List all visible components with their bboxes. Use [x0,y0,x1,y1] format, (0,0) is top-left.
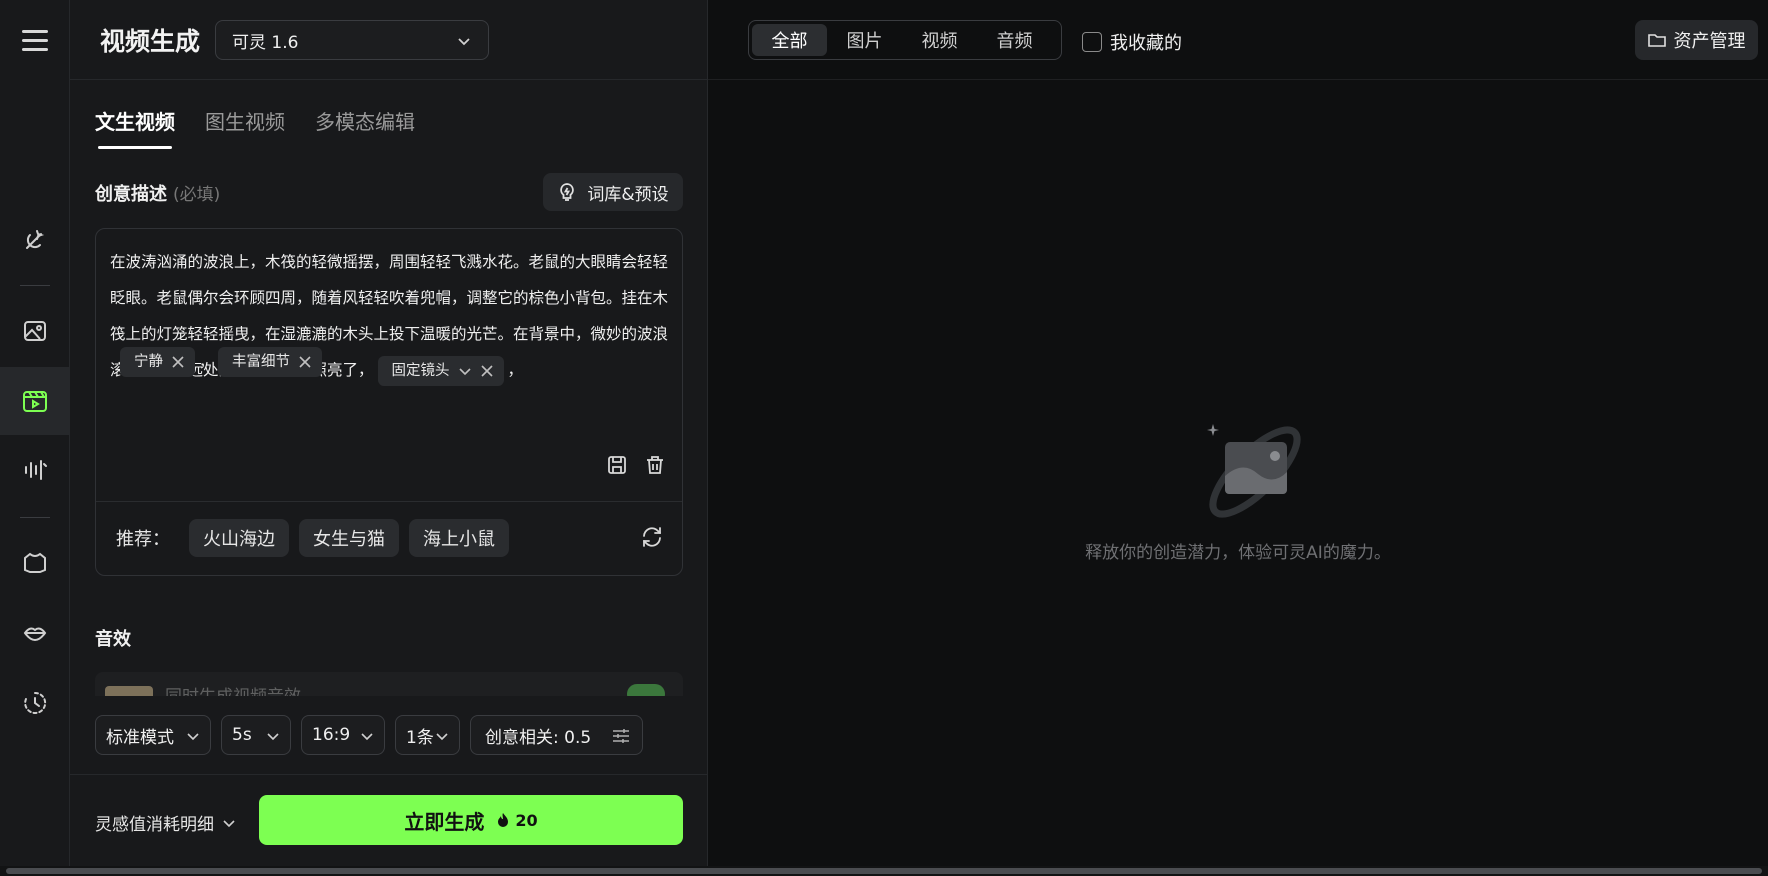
bulb-icon [560,183,575,201]
empty-state-text: 释放你的创造潜力，体验可灵AI的魔力。 [1085,543,1391,563]
creativity-value: 创意相关: 0.5 [485,727,592,748]
separator-comma: ， [199,352,215,371]
model-select[interactable]: 可灵 1.6 [215,20,489,60]
prompt-box[interactable]: 在波涛汹涌的波浪上，木筏的轻微摇摆，周围轻轻飞溅水花。老鼠的大眼睛会轻轻眨眼。老… [95,228,683,576]
chevron-down-icon [361,733,373,741]
tag-chip-label: 丰富细节 [232,354,291,370]
rail-video-icon[interactable] [0,367,70,435]
generation-panel: 视频生成 可灵 1.6 文生视频 图生视频 多模态编辑 创意描述 (必填) 词库&… [70,0,708,866]
menu-icon[interactable] [22,30,48,52]
prompt-actions [606,454,666,476]
recommend-chip[interactable]: 女生与猫 [299,519,399,557]
ratio-select[interactable]: 16:9 [301,715,385,755]
rail-image-icon[interactable] [0,297,70,365]
rail-audio-icon[interactable] [0,436,70,504]
tab-text-to-video[interactable]: 文生视频 [95,106,175,149]
options-row: 标准模式 5s 16:9 1条 创意相关: 0.5 [95,715,643,755]
separator-comma: ， [507,361,524,379]
page-title: 视频生成 [100,27,201,56]
horizontal-scrollbar[interactable] [0,866,1768,876]
recommend-chip[interactable]: 海上小鼠 [409,519,509,557]
prompt-label: 创意描述 (必填) [95,180,220,206]
prompt-divider [96,501,682,502]
creativity-setting[interactable]: 创意相关: 0.5 [470,715,643,755]
tag-chip[interactable]: 固定镜头 [377,355,504,386]
chevron-down-icon [267,733,279,741]
sound-badge [105,686,153,696]
ratio-select-value: 16:9 [312,725,351,745]
library-preset-label: 词库&预设 [587,184,669,205]
tab-multimodal-edit[interactable]: 多模态编辑 [315,106,415,149]
library-preset-button[interactable]: 词库&预设 [543,173,683,211]
filter-all[interactable]: 全部 [752,24,827,56]
tag-chip[interactable]: 宁静 [120,347,195,377]
tab-image-to-video[interactable]: 图生视频 [205,106,285,149]
mode-select-value: 标准模式 [106,727,174,748]
duration-select[interactable]: 5s [221,715,291,755]
required-hint: (必填) [173,185,221,205]
footer-divider [70,774,708,775]
filter-image[interactable]: 图片 [827,24,902,56]
chevron-down-icon [187,733,199,741]
generate-button[interactable]: 立即生成 20 [259,795,683,845]
chevron-down-icon [436,733,448,741]
favorites-label: 我收藏的 [1110,33,1182,54]
close-icon[interactable] [480,364,494,378]
chevron-down-icon[interactable] [458,364,472,378]
rail-magic-icon[interactable] [0,206,70,274]
count-select-value: 1条 [406,727,434,748]
rail-shirt-icon[interactable] [0,529,70,597]
folder-icon [1647,34,1666,47]
assets-area: 全部 图片 视频 音频 我收藏的 资产管理 释放你的创造潜力，体验可灵AI的魔力… [708,0,1768,866]
recommend-list: 火山海边 女生与猫 海上小鼠 [189,519,509,557]
generate-label: 立即生成 [404,809,485,834]
rail-lips-icon[interactable] [0,599,70,667]
prompt-label-text: 创意描述 [95,184,167,205]
asset-filter: 全部 图片 视频 音频 [748,20,1062,60]
asset-manage-button[interactable]: 资产管理 [1635,20,1758,60]
panel-header: 视频生成 可灵 1.6 [70,0,708,80]
sound-title: 音效 [95,629,131,650]
rail-history-icon[interactable] [0,669,70,737]
tag-row: 宁静 ， 丰富细节 [116,347,326,377]
asset-manage-label: 资产管理 [1673,31,1746,52]
sliders-icon [613,729,629,743]
generate-cost-value: 20 [515,810,538,830]
cost-detail-label: 灵感值消耗明细 [95,815,214,835]
sound-toggle-row[interactable]: 同时生成视频音效 [95,672,683,696]
filter-audio[interactable]: 音频 [977,24,1052,56]
close-icon[interactable] [171,355,185,369]
recommend-label: 推荐： [116,529,170,550]
tag-chip-label: 固定镜头 [391,362,450,379]
sound-row-text: 同时生成视频音效 [165,682,301,696]
count-select[interactable]: 1条 [395,715,460,755]
filter-video[interactable]: 视频 [902,24,977,56]
mode-select[interactable]: 标准模式 [95,715,211,755]
flame-icon [498,813,509,827]
tag-chip[interactable]: 丰富细节 [218,347,323,377]
chevron-down-icon [223,819,235,827]
empty-state-illustration [1207,424,1301,518]
trash-icon[interactable] [644,454,666,476]
assets-toolbar: 全部 图片 视频 音频 我收藏的 资产管理 [708,0,1768,80]
recommend-chip[interactable]: 火山海边 [189,519,289,557]
cost-detail-link[interactable]: 灵感值消耗明细 [95,810,236,835]
refresh-icon[interactable] [640,525,664,549]
tag-chip-label: 宁静 [134,354,163,370]
close-icon[interactable] [298,355,312,369]
save-icon[interactable] [606,454,628,476]
sound-toggle[interactable] [627,684,665,696]
duration-select-value: 5s [232,725,252,745]
generate-cost: 20 [496,810,538,830]
left-rail [0,0,70,866]
mode-tabs: 文生视频 图生视频 多模态编辑 [95,106,415,149]
scrollbar-thumb[interactable] [6,868,1762,874]
chevron-down-icon [458,38,470,46]
checkbox[interactable] [1082,32,1102,52]
favorites-checkbox[interactable]: 我收藏的 [1082,29,1182,55]
model-select-value: 可灵 1.6 [232,32,299,53]
